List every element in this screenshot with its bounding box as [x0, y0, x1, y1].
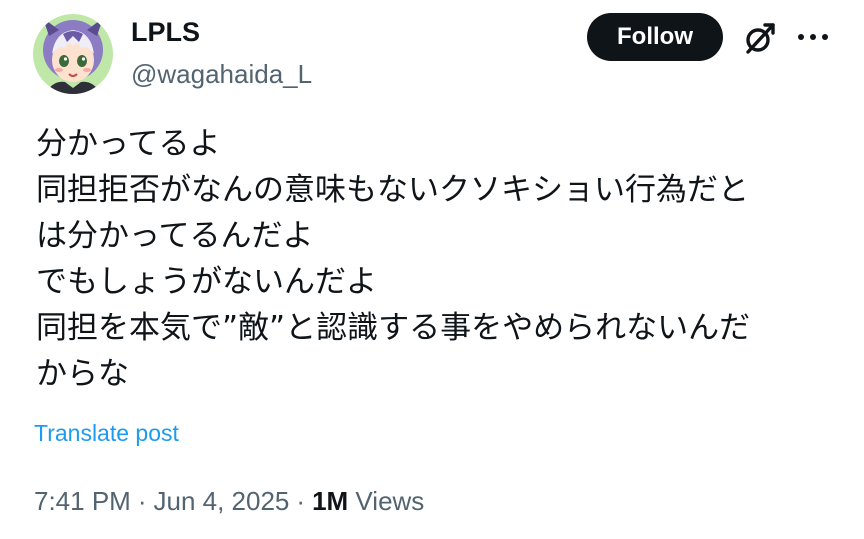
grok-icon[interactable] [742, 20, 778, 56]
meta-separator: · [137, 486, 147, 516]
tweet-line: 同担を本気で”敵”と認識する事をやめられないんだ [36, 310, 751, 346]
tweet-meta: 7:41 PM · Jun 4, 2025 · 1M Views [34, 484, 424, 518]
views-label: Views [355, 486, 425, 516]
tweet-date[interactable]: Jun 4, 2025 [154, 486, 290, 516]
author-display-name[interactable]: LPLS [131, 14, 200, 50]
meta-separator: · [296, 486, 306, 516]
tweet-line: でもしょうがないんだよ [36, 264, 377, 300]
anime-character-avatar-icon [33, 14, 113, 94]
follow-button[interactable]: Follow [587, 13, 723, 61]
more-icon[interactable] [796, 24, 830, 50]
avatar[interactable] [33, 14, 113, 94]
tweet-line: 分かってるよ [36, 126, 221, 162]
tweet-line: 同担拒否がなんの意味もないクソキショい行為だと [36, 172, 749, 208]
tweet-line: からな [36, 356, 129, 392]
tweet-timestamp[interactable]: 7:41 PM [34, 486, 131, 516]
translate-post-link[interactable]: Translate post [34, 418, 179, 448]
tweet-text: 分かってるよ 同担拒否がなんの意味もないクソキショい行為だと は分かってるんだよ… [36, 121, 836, 397]
views-count[interactable]: 1M [312, 486, 348, 516]
author-handle[interactable]: @wagahaida_L [131, 57, 312, 91]
tweet-line: は分かってるんだよ [36, 218, 314, 254]
